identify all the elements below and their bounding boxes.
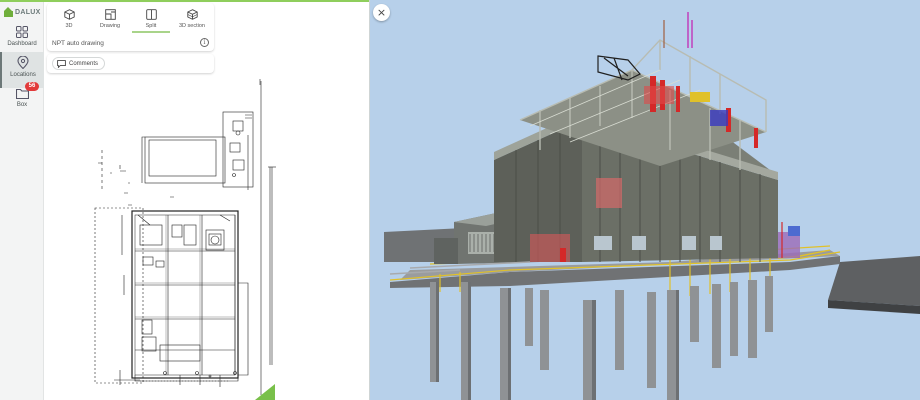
corner-decoration [255,384,275,400]
nav-item-label: Locations [10,72,36,78]
nav-item-label: Box [16,102,28,108]
3d-building-model[interactable] [370,0,920,400]
tab-label: 3D section [179,23,205,29]
comment-bubble-icon [57,59,66,68]
location-pin-icon [17,56,29,69]
tab-3d[interactable]: 3D [50,5,88,33]
3d-viewport[interactable] [370,0,920,400]
comments-button[interactable]: Comments [52,57,106,70]
tab-label: Split [145,23,157,29]
drawing-name: NPT auto drawing [52,40,104,47]
drawing-icon [104,9,116,20]
view-tabs: 3D Drawing Split 3D section [47,5,214,33]
close-viewport-button[interactable]: × [373,4,390,21]
nav-item-label: Dashboard [7,41,37,47]
section-cube-icon [186,9,198,20]
house-logo-icon [4,6,13,17]
nav-rail: DALUX Dashboard Locations 56 Box [0,0,920,400]
split-icon [145,9,157,20]
info-icon[interactable]: i [200,38,209,47]
tab-split[interactable]: Split [132,5,170,33]
comments-label: Comments [69,60,99,67]
view-mode-card: 3D Drawing Split 3D section NPT auto dra… [47,3,214,51]
nav-item-box[interactable]: 56 Box [0,82,44,120]
grid-icon [16,26,28,38]
cube-icon [63,9,75,20]
notification-badge: 56 [25,82,39,91]
logo[interactable]: DALUX [4,5,42,19]
tab-label: Drawing [99,23,121,29]
floor-plan-drawing[interactable] [80,75,370,400]
comments-card: Comments [47,54,214,73]
tab-drawing[interactable]: Drawing [91,5,129,33]
tab-label: 3D [65,23,73,29]
logo-text: DALUX [15,8,41,16]
tab-3d-section[interactable]: 3D section [173,5,211,33]
